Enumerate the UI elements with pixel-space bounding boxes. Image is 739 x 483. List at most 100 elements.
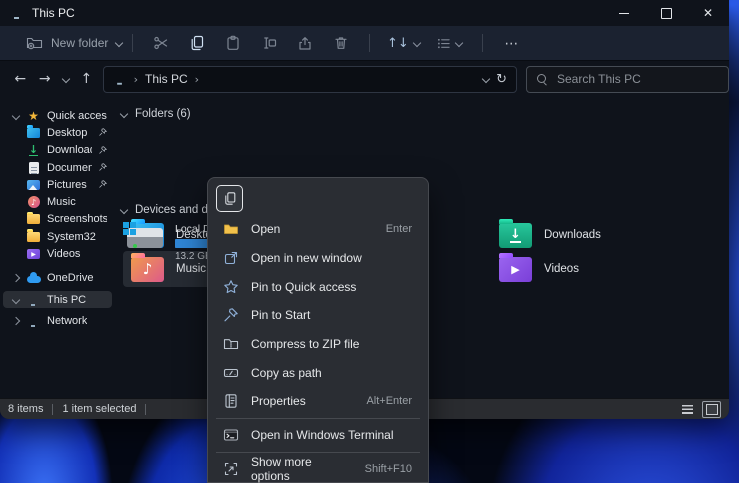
details-view-button[interactable] [679,402,696,417]
context-menu-item-properties[interactable]: Properties Alt+Enter [208,387,428,416]
sidebar-item-label: Screenshots [47,213,107,225]
sidebar-item-desktop[interactable]: Desktop [3,124,112,141]
pictures-icon [27,180,40,190]
folder-icon [27,232,40,242]
chevron-down-icon [115,39,123,47]
window-title: This PC [32,6,75,20]
search-box[interactable] [526,66,729,93]
sidebar-item-documents[interactable]: Documents [3,159,112,176]
share-button[interactable] [287,28,323,58]
section-label: Folders (6) [135,108,191,120]
sidebar-item-label: Pictures [47,179,87,191]
context-menu-item-compress-to-zip[interactable]: Compress to ZIP file [208,330,428,359]
breadcrumb-separator[interactable]: › [134,73,138,86]
context-menu-item-open-in-windows-terminal[interactable]: Open in Windows Terminal [208,421,428,450]
sidebar-item-videos[interactable]: ▶ Videos [3,245,112,262]
sidebar-item-onedrive[interactable]: OneDrive [3,270,112,287]
copy-icon [223,191,237,206]
context-menu-item-open-in-new-window[interactable]: Open in new window [208,244,428,273]
large-icons-view-button[interactable] [702,401,721,418]
minimize-icon [619,13,629,14]
context-menu-item-open[interactable]: Open Enter [208,215,428,244]
sidebar-item-label: Music [47,196,76,208]
sidebar-item-label: Videos [47,248,80,260]
menu-separator [216,418,420,419]
divider [52,404,53,415]
chevron-down-icon [61,75,69,83]
sort-button[interactable]: ↑↓ [380,28,426,58]
context-menu-item-copy-as-path[interactable]: Copy as path [208,358,428,387]
folder-icon [223,221,239,237]
delete-button[interactable] [323,28,359,58]
menu-shortcut: Shift+F10 [365,463,412,475]
chevron-down-icon [11,111,19,119]
up-button[interactable]: ↑ [74,66,99,92]
star-icon [223,279,239,295]
recent-locations-button[interactable] [57,66,74,92]
close-button[interactable]: ✕ [687,0,729,26]
menu-item-label: Properties [251,394,306,408]
sidebar-item-this-pc[interactable]: This PC [3,291,112,308]
search-input[interactable] [555,71,719,87]
videos-icon: ▶ [27,249,40,259]
menu-shortcut: Alt+Enter [366,395,412,407]
divider [145,404,146,415]
folders-section-header[interactable]: Folders (6) [121,108,191,120]
music-icon: ♪ [28,196,40,208]
sidebar-item-music[interactable]: ♪ Music [3,193,112,210]
copy-button[interactable] [179,28,215,58]
folder-label: Downloads [544,229,601,241]
sidebar-item-pictures[interactable]: Pictures [3,176,112,193]
cut-icon [153,35,169,51]
breadcrumb-separator[interactable]: › [195,73,199,86]
cut-button[interactable] [143,28,179,58]
paste-button[interactable] [215,28,251,58]
maximize-button[interactable] [645,0,687,26]
context-menu-item-pin-to-start[interactable]: Pin to Start [208,301,428,330]
sidebar-item-network[interactable]: Network [3,312,112,329]
refresh-icon[interactable]: ↻ [496,72,507,87]
more-options-button[interactable]: ⋯ [493,28,529,58]
context-copy-button[interactable] [216,185,243,212]
address-dropdown-icon[interactable] [482,75,490,83]
onedrive-icon [27,276,41,283]
pin-icon [98,180,107,189]
forward-button[interactable]: → [33,66,58,92]
command-bar: New folder [0,26,729,61]
sidebar-item-downloads[interactable]: ↓ Downloads [3,142,112,159]
breadcrumb-this-pc[interactable]: This PC [145,72,188,86]
view-icon [436,36,451,51]
folder-tile-videos[interactable]: ▶ Videos [491,251,673,287]
delete-icon [333,35,349,51]
context-menu-item-pin-to-quick-access[interactable]: Pin to Quick access [208,272,428,301]
new-folder-icon [26,35,43,51]
minimize-button[interactable] [603,0,645,26]
back-button[interactable]: ← [8,66,33,92]
sort-icon: ↑↓ [387,36,409,51]
sidebar-item-system32[interactable]: System32 [3,228,112,245]
search-icon [536,73,548,85]
downloads-icon: ↓ [29,144,38,156]
folder-tile-downloads[interactable]: ↓ Downloads [491,217,673,253]
folder-label: Music [176,263,206,275]
sidebar-item-quick-access[interactable]: ★ Quick access [3,107,112,124]
sidebar-item-screenshots[interactable]: Screenshots [3,211,112,228]
local-disk-icon [123,222,165,252]
new-folder-button[interactable]: New folder [26,35,122,51]
view-button[interactable] [426,28,472,58]
rename-icon [261,35,277,51]
navigation-bar: ← → ↑ › This PC › ↻ [0,61,729,97]
this-pc-icon [10,7,24,19]
address-bar[interactable]: › This PC › ↻ [103,66,517,93]
menu-item-label: Pin to Quick access [251,280,356,294]
divider [482,34,483,52]
rename-button[interactable] [251,28,287,58]
menu-separator [216,452,420,453]
folder-icon [27,214,40,224]
menu-item-label: Open in Windows Terminal [251,428,394,442]
context-menu-item-show-more-options[interactable]: Show more options Shift+F10 [208,455,428,483]
selection-count: 1 item selected [62,403,136,415]
forward-icon: → [39,71,51,87]
copy-path-icon [223,365,239,381]
documents-icon [29,162,39,174]
